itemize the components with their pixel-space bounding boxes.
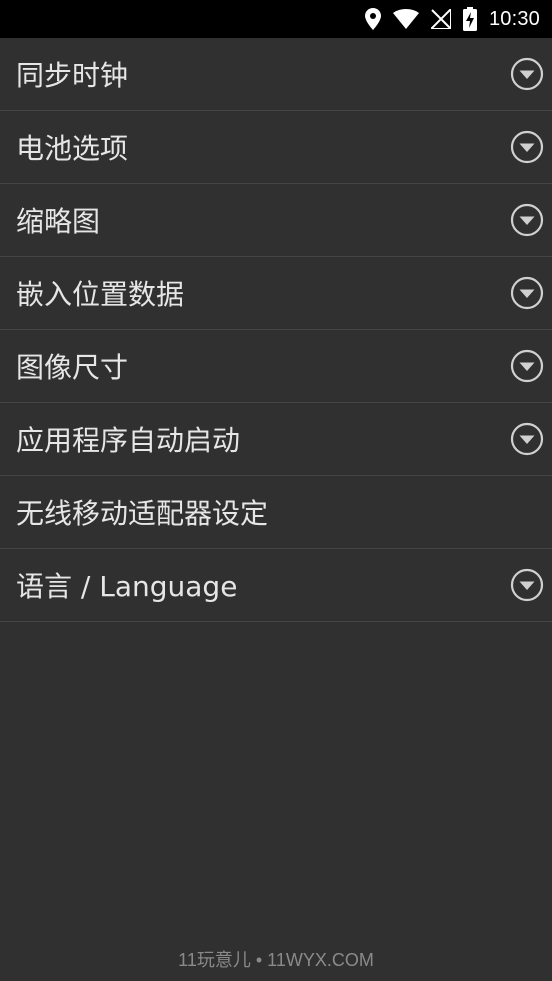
settings-row-label: 嵌入位置数据 bbox=[16, 278, 185, 311]
settings-list: 同步时钟电池选项缩略图嵌入位置数据 图像尺寸应用程序自动启动 无线移动适配器设定 语言… bbox=[0, 38, 552, 622]
settings-row[interactable]: 电池选项 bbox=[0, 111, 552, 184]
location-icon bbox=[364, 0, 381, 38]
dropdown-arrow-icon[interactable] bbox=[510, 349, 544, 383]
status-time: 10:30 bbox=[488, 7, 540, 30]
dropdown-arrow-icon[interactable] bbox=[510, 568, 544, 602]
settings-row-label: 缩略图 bbox=[16, 205, 101, 238]
dropdown-arrow-icon[interactable] bbox=[510, 203, 544, 237]
dropdown-arrow-icon[interactable] bbox=[510, 57, 544, 91]
settings-row-label: 语言 / Language bbox=[16, 570, 238, 603]
settings-row[interactable]: 缩略图 bbox=[0, 184, 552, 257]
dropdown-arrow-icon[interactable] bbox=[510, 276, 544, 310]
settings-row-label: 应用程序自动启动 bbox=[16, 424, 241, 457]
settings-row-label: 同步时钟 bbox=[16, 59, 129, 92]
settings-row-label: 无线移动适配器设定 bbox=[16, 497, 269, 530]
settings-row[interactable]: 嵌入位置数据 bbox=[0, 257, 552, 330]
settings-row-label: 电池选项 bbox=[16, 132, 129, 165]
settings-row[interactable]: 应用程序自动启动 bbox=[0, 403, 552, 476]
settings-row[interactable]: 图像尺寸 bbox=[0, 330, 552, 403]
watermark: 11玩意儿 • 11WYX.COM bbox=[178, 950, 374, 970]
settings-row[interactable]: 无线移动适配器设定 bbox=[0, 476, 552, 549]
status-bar: 10:30 bbox=[0, 0, 552, 38]
dropdown-arrow-icon[interactable] bbox=[510, 130, 544, 164]
dropdown-arrow-icon[interactable] bbox=[510, 422, 544, 456]
settings-row[interactable]: 语言 / Language bbox=[0, 549, 552, 622]
no-sim-icon bbox=[430, 0, 451, 38]
settings-row-label: 图像尺寸 bbox=[16, 351, 129, 384]
settings-row[interactable]: 同步时钟 bbox=[0, 38, 552, 111]
wifi-icon bbox=[392, 0, 419, 38]
battery-charging-icon bbox=[462, 0, 477, 38]
